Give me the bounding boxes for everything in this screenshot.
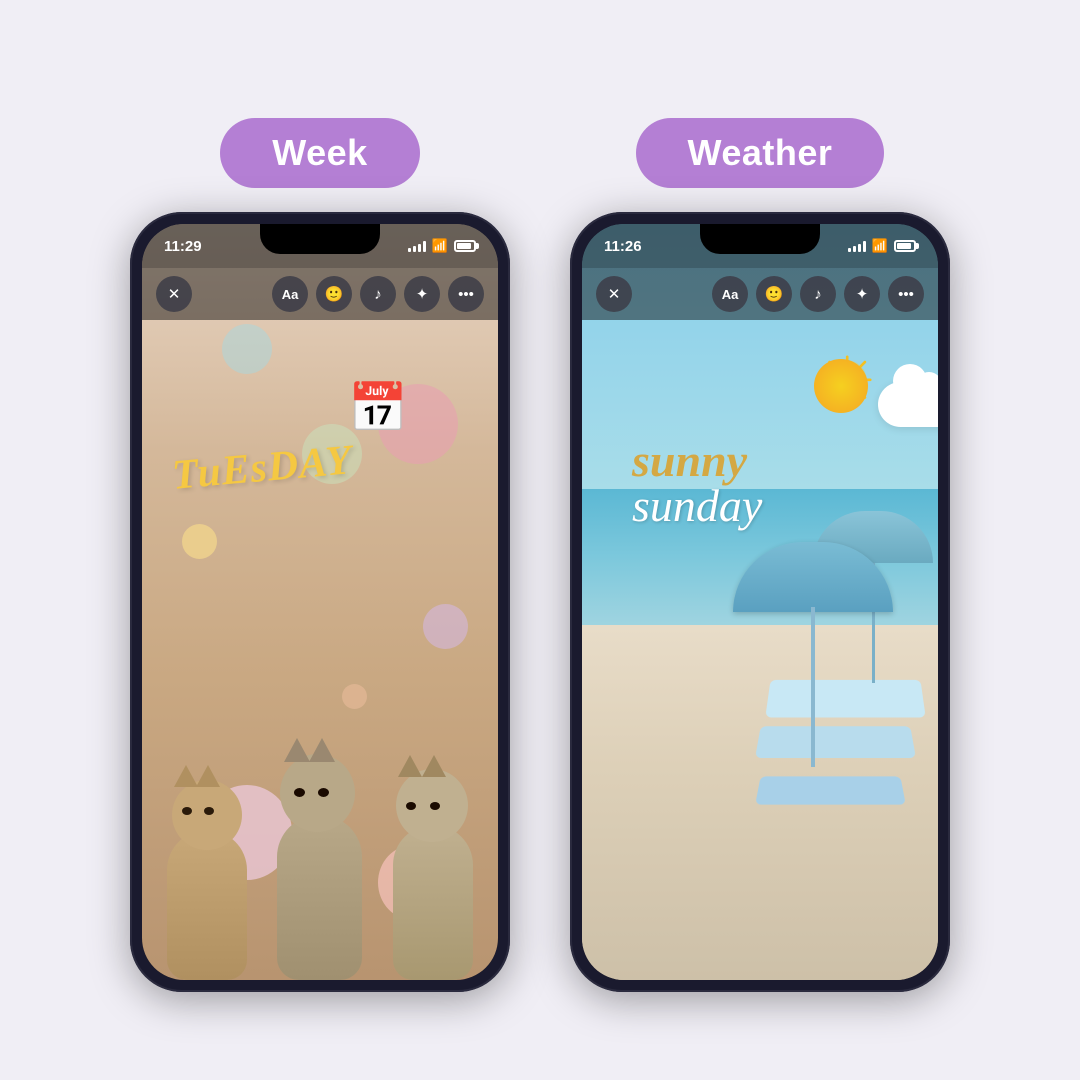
beach-background xyxy=(582,224,938,980)
right-face-btn[interactable]: 🙂 xyxy=(756,276,792,312)
left-notch xyxy=(260,224,380,254)
balloon-yellow-small xyxy=(182,524,217,559)
right-toolbar: ✕ Aa 🙂 ♪ ✦ ••• xyxy=(582,268,938,320)
right-more-btn[interactable]: ••• xyxy=(888,276,924,312)
sunny-text-container: sunny sunday xyxy=(632,434,762,532)
right-time: 11:26 xyxy=(604,238,642,255)
main-container: Week xyxy=(130,88,950,992)
left-toolbar: ✕ Aa 🙂 ♪ ✦ ••• xyxy=(142,268,498,320)
kittens-area xyxy=(142,640,498,980)
left-music-btn[interactable]: ♪ xyxy=(360,276,396,312)
left-time: 11:29 xyxy=(164,238,202,255)
balloon-blue xyxy=(222,324,272,374)
right-wifi-icon: 📶 xyxy=(872,238,888,254)
kitten-left xyxy=(152,780,262,980)
left-signal-icon xyxy=(408,240,426,252)
week-label: Week xyxy=(220,118,419,188)
weather-label: Weather xyxy=(636,118,885,188)
left-screen-content: 📅 TuEsDAY xyxy=(142,224,498,980)
sunny-line2: sunday xyxy=(632,479,762,532)
right-screen-content: sunny sunday xyxy=(582,224,938,980)
cloud-shape xyxy=(878,382,938,427)
right-column: Weather xyxy=(570,118,950,992)
right-toolbar-center: Aa 🙂 ♪ ✦ ••• xyxy=(712,276,924,312)
kitten-right xyxy=(378,775,488,980)
right-status-icons: 📶 xyxy=(848,238,916,254)
right-sparkle-btn[interactable]: ✦ xyxy=(844,276,880,312)
left-close-btn[interactable]: ✕ xyxy=(156,276,192,312)
kitten-center xyxy=(262,760,377,980)
left-sparkle-btn[interactable]: ✦ xyxy=(404,276,440,312)
right-text-btn[interactable]: Aa xyxy=(712,276,748,312)
right-music-btn[interactable]: ♪ xyxy=(800,276,836,312)
left-phone-screen: 📅 TuEsDAY xyxy=(142,224,498,980)
right-battery-icon xyxy=(894,240,916,252)
left-toolbar-center: Aa 🙂 ♪ ✦ ••• xyxy=(272,276,484,312)
right-notch xyxy=(700,224,820,254)
left-phone: 📅 TuEsDAY xyxy=(130,212,510,992)
left-wifi-icon: 📶 xyxy=(432,238,448,254)
sun-circle xyxy=(814,359,868,413)
right-phone-screen: sunny sunday 11:26 📶 xyxy=(582,224,938,980)
beach-umbrella xyxy=(733,542,893,772)
calendar-sticker: 📅 xyxy=(348,379,408,436)
left-column: Week xyxy=(130,118,510,992)
left-text-btn[interactable]: Aa xyxy=(272,276,308,312)
left-status-icons: 📶 xyxy=(408,238,476,254)
left-face-btn[interactable]: 🙂 xyxy=(316,276,352,312)
kittens-background: 📅 TuEsDAY xyxy=(142,224,498,980)
right-signal-icon xyxy=(848,240,866,252)
left-more-btn[interactable]: ••• xyxy=(448,276,484,312)
left-battery-icon xyxy=(454,240,476,252)
tuesday-text: TuEsDAY xyxy=(170,436,354,500)
right-close-btn[interactable]: ✕ xyxy=(596,276,632,312)
right-phone: sunny sunday 11:26 📶 xyxy=(570,212,950,992)
